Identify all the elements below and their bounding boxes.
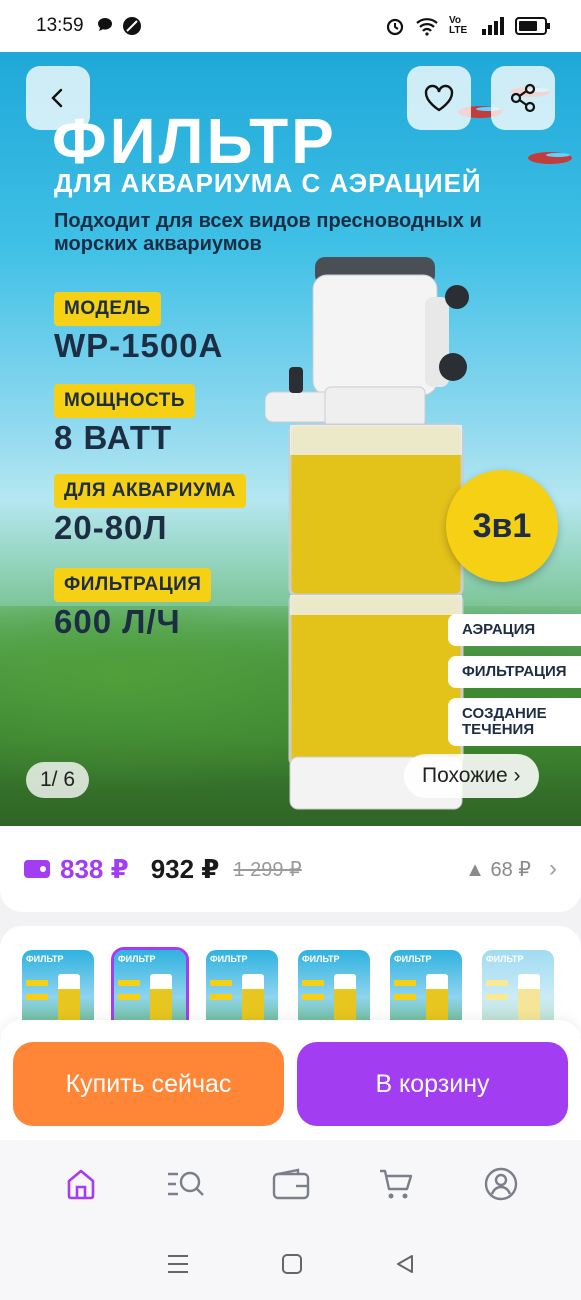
image-counter: 1/ 6 <box>26 762 90 798</box>
signal-icon <box>482 17 504 35</box>
bottom-tab-bar <box>0 1140 581 1228</box>
status-time: 13:59 <box>36 15 84 36</box>
alarm-icon <box>386 18 404 36</box>
wallet-price: 838 ₽ <box>60 853 129 884</box>
chat-bubble-icon <box>97 18 112 31</box>
feature-filtration: ФИЛЬТРАЦИЯ <box>448 656 581 688</box>
tab-home[interactable] <box>51 1154 111 1214</box>
price-change: ▲ 68 ₽ <box>465 858 531 881</box>
share-button[interactable] <box>491 66 555 130</box>
current-price: 932 ₽ <box>150 853 220 884</box>
three-in-one-badge: 3в1 <box>446 470 558 582</box>
spec-label-model: МОДЕЛЬ <box>54 292 161 326</box>
share-icon <box>510 83 536 113</box>
spec-value-power: 8 ВАТТ <box>54 419 173 456</box>
profile-icon <box>484 1167 517 1201</box>
spec-label-power: МОЩНОСТЬ <box>54 384 195 418</box>
home-icon <box>67 1169 94 1200</box>
favorite-button[interactable] <box>407 66 471 130</box>
back-button[interactable] <box>26 66 90 130</box>
wifi-icon <box>416 18 438 36</box>
add-to-cart-button[interactable]: В корзину <box>297 1042 568 1126</box>
old-price: 1 299 ₽ <box>233 858 302 881</box>
tab-profile[interactable] <box>471 1154 531 1214</box>
system-navigation-bar <box>0 1228 581 1300</box>
wallet-card-icon <box>24 860 50 878</box>
spec-value-model: WP-1500A <box>54 327 224 364</box>
spec-label-volume: ДЛЯ АКВАРИУМА <box>54 474 246 508</box>
back-triangle-icon[interactable] <box>394 1253 416 1275</box>
heart-icon <box>424 84 454 112</box>
home-button-icon[interactable] <box>281 1253 303 1275</box>
battery-icon <box>515 17 550 35</box>
spec-value-volume: 20-80Л <box>54 509 168 546</box>
chevron-left-icon <box>51 88 63 108</box>
chevron-right-icon: › <box>549 855 557 882</box>
tab-catalog[interactable] <box>156 1154 216 1214</box>
price-card[interactable]: 838 ₽ 932 ₽ 1 299 ₽ ▲ 68 ₽ › <box>0 826 581 912</box>
spec-label-flow: ФИЛЬТРАЦИЯ <box>54 568 212 602</box>
hero-subtitle: ДЛЯ АКВАРИУМА С АЭРАЦИЕЙ <box>54 168 482 198</box>
cart-icon <box>379 1169 412 1199</box>
hero-title: ФИЛЬТР <box>52 105 337 177</box>
tab-wallet[interactable] <box>261 1154 321 1214</box>
do-not-disturb-icon <box>122 17 141 35</box>
status-bar: 13:59 Vo LTE <box>0 0 581 52</box>
wallet-icon <box>272 1168 309 1200</box>
buy-now-button[interactable]: Купить сейчас <box>13 1042 284 1126</box>
spec-value-flow: 600 Л/Ч <box>54 603 181 640</box>
feature-current: СОЗДАНИЕ ТЕЧЕНИЯ <box>448 698 581 746</box>
hero-description: Подходит для всех видов пресноводных и м… <box>54 210 482 255</box>
tab-cart[interactable] <box>366 1154 426 1214</box>
product-image-gallery[interactable]: ФИЛЬТР ДЛЯ АКВАРИУМА С АЭРАЦИЕЙ Подходит… <box>0 52 581 826</box>
aquarium-filter-image <box>265 257 469 810</box>
similar-button[interactable]: Похожие › <box>404 754 539 798</box>
network-label: Vo LTE <box>449 15 468 36</box>
feature-aeration: АЭРАЦИЯ <box>448 614 581 646</box>
recent-apps-icon[interactable] <box>166 1253 190 1275</box>
purchase-bar: Купить сейчас В корзину <box>0 1020 581 1140</box>
catalog-search-icon <box>167 1171 204 1196</box>
